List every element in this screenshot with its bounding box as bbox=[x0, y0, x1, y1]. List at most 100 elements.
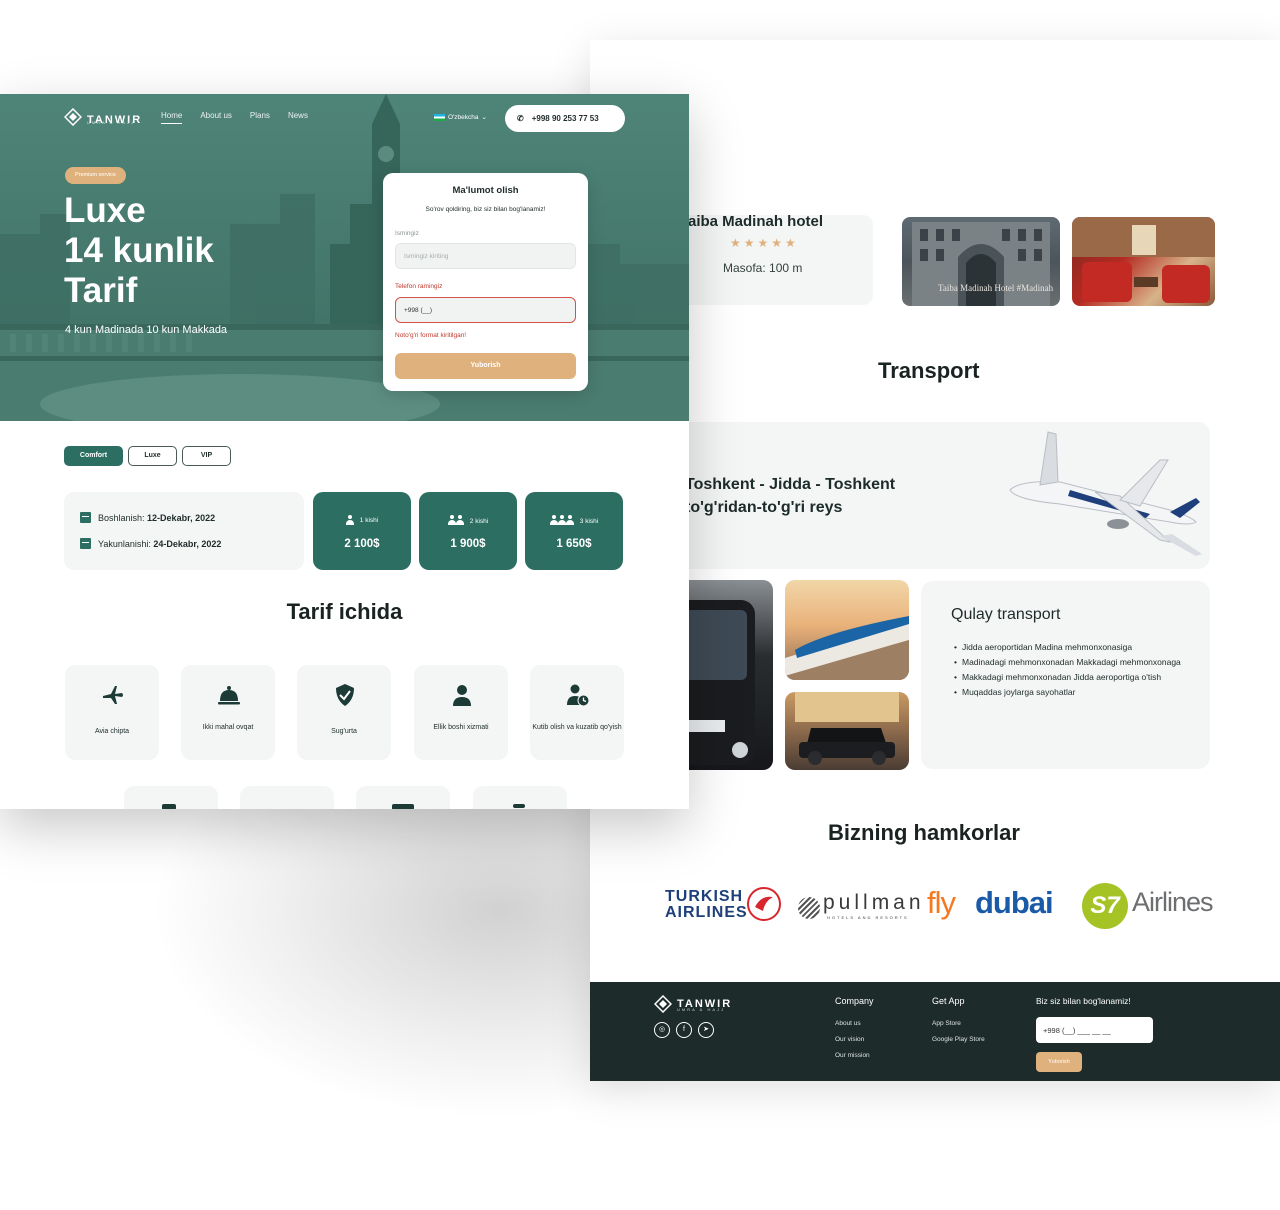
start-date-label: Boshlanish: bbox=[98, 512, 145, 523]
feature-label: Sug'urta bbox=[331, 728, 357, 735]
turkish-bird-icon bbox=[747, 887, 781, 921]
footer-link-vision[interactable]: Our vision bbox=[835, 1036, 874, 1043]
person-icon bbox=[447, 515, 456, 525]
s7-airlines-text: Airlines bbox=[1132, 887, 1214, 917]
hotel-room-photo bbox=[1072, 217, 1215, 306]
footer-link-mission[interactable]: Our mission bbox=[835, 1052, 874, 1059]
hero-title-line3: Tarif bbox=[64, 271, 138, 310]
submit-button[interactable]: Yuborish bbox=[395, 353, 576, 379]
hero-section: TANWIR UMRA & HAJJ Home About us Plans N… bbox=[0, 94, 689, 421]
facebook-icon[interactable]: f bbox=[676, 1022, 692, 1038]
telegram-icon[interactable]: ➤ bbox=[698, 1022, 714, 1038]
end-date-value: 24-Dekabr, 2022 bbox=[153, 538, 222, 549]
right-page: aiba Madinah hotel ★★★★★ Masofa: 100 m T… bbox=[590, 40, 1280, 1081]
person-icon bbox=[453, 685, 471, 706]
form-title: Ma'lumot olish bbox=[452, 185, 519, 196]
train-photo bbox=[785, 580, 909, 680]
hotel-photo-caption: Taiba Madinah Hotel #Madinah bbox=[938, 283, 1054, 293]
footer-logo[interactable]: TANWIR UMRA & HAJJ bbox=[653, 994, 732, 1014]
tab-comfort[interactable]: Comfort bbox=[64, 446, 123, 466]
nav-link-plans[interactable]: Plans bbox=[250, 111, 270, 124]
list-item: Jidda aeroportidan Madina mehmonxonasiga bbox=[954, 640, 1194, 655]
price-card-2[interactable]: 2 kishi 1 900$ bbox=[419, 492, 517, 570]
footer-send-button[interactable]: Yuborish bbox=[1036, 1052, 1082, 1072]
list-item: Madinadagi mehmonxonadan Makkadagi mehmo… bbox=[954, 655, 1194, 670]
feature-icon-partial bbox=[162, 804, 176, 809]
end-date-label: Yakunlanishi: bbox=[98, 538, 151, 549]
hotel-exterior-photo: Taiba Madinah Hotel #Madinah bbox=[902, 217, 1060, 306]
price-persons-label: 3 kishi bbox=[579, 517, 599, 525]
flydubai-logo-fly: fly bbox=[927, 885, 956, 920]
price-persons-label: 2 kishi bbox=[469, 517, 489, 525]
footer-brand-tagline: UMRA & HAJJ bbox=[677, 1007, 726, 1012]
phone-input[interactable]: +998 (__) bbox=[395, 297, 576, 323]
hero-title: Luxe 14 kunlik Tarif bbox=[64, 191, 214, 311]
nav-link-about[interactable]: About us bbox=[200, 111, 232, 124]
footer-link-googleplay[interactable]: Google Play Store bbox=[932, 1036, 985, 1043]
partners-title: Bizning hamkorlar bbox=[828, 820, 1020, 845]
turkish-logo-line1: TURKISH bbox=[665, 888, 744, 905]
calendar-icon bbox=[80, 538, 91, 549]
price-card-3[interactable]: 3 kishi 1 650$ bbox=[525, 492, 623, 570]
footer-phone-input[interactable]: +998 (__) ___ __ __ bbox=[1036, 1017, 1153, 1043]
feature-card-partial bbox=[473, 786, 567, 809]
language-selector[interactable]: O'zbekcha ⌄ bbox=[434, 113, 487, 121]
social-links: ◎ f ➤ bbox=[654, 1022, 714, 1038]
nav-link-news[interactable]: News bbox=[288, 111, 308, 124]
person-icon bbox=[565, 515, 574, 525]
price-persons: 2 kishi bbox=[419, 515, 517, 527]
feature-label: Avia chipta bbox=[94, 728, 130, 735]
feature-label: Ikki mahal ovqat bbox=[202, 724, 254, 731]
price-value: 2 100$ bbox=[344, 538, 380, 550]
transport-title: Transport bbox=[878, 358, 980, 383]
tab-luxe[interactable]: Luxe bbox=[128, 446, 177, 466]
calendar-icon bbox=[80, 512, 91, 523]
chevron-down-icon: ⌄ bbox=[481, 114, 487, 121]
premium-badge: Premium service bbox=[65, 167, 126, 184]
tab-vip[interactable]: VIP bbox=[182, 446, 231, 466]
feature-pickup: Kutib olish va kuzatib qo'yish bbox=[530, 665, 624, 760]
car-photo bbox=[785, 692, 909, 770]
inquiry-form: Ma'lumot olish So'rov qoldiring, biz siz… bbox=[383, 173, 588, 391]
hotel-distance: Masofa: 100 m bbox=[723, 261, 803, 275]
price-card-1[interactable]: 1 kishi 2 100$ bbox=[313, 492, 411, 570]
quick-transport-list: Jidda aeroportidan Madina mehmonxonasiga… bbox=[954, 640, 1194, 700]
pullman-globe-icon bbox=[798, 897, 820, 919]
tanwir-logo-icon bbox=[63, 107, 83, 131]
airplane-image bbox=[1009, 431, 1202, 556]
list-item: Makkadagi mehmonxonadan Jidda aeroportig… bbox=[954, 670, 1194, 685]
price-value: 1 900$ bbox=[450, 538, 486, 550]
name-label: Ismingiz bbox=[395, 230, 419, 237]
nav-link-home[interactable]: Home bbox=[161, 111, 183, 124]
feature-insurance: Sug'urta bbox=[297, 665, 391, 760]
phone-error: Noto'g'ri format kiritilgan! bbox=[395, 332, 467, 339]
footer-link-appstore[interactable]: App Store bbox=[932, 1020, 985, 1027]
hero-subtitle: 4 kun Madinada 10 kun Makkada bbox=[65, 324, 228, 336]
pullman-subtitle: HOTELS AND RESORTS bbox=[827, 915, 909, 920]
food-cloche-icon bbox=[218, 686, 240, 705]
feature-flight: Avia chipta bbox=[65, 665, 159, 760]
partner-logos: TURKISH AIRLINES pullman HOTELS AND RESO… bbox=[665, 883, 1225, 933]
name-input[interactable]: Ismingiz kiriting bbox=[395, 243, 576, 269]
instagram-icon[interactable]: ◎ bbox=[654, 1022, 670, 1038]
person-icon bbox=[549, 515, 558, 525]
phone-button[interactable]: ✆ +998 90 253 77 53 bbox=[505, 105, 625, 132]
footer: TANWIR UMRA & HAJJ ◎ f ➤ Company About u… bbox=[590, 982, 1280, 1081]
tanwir-logo-icon bbox=[653, 994, 673, 1014]
plan-tabs: Comfort Luxe VIP bbox=[64, 446, 231, 466]
footer-app: Get App App Store Google Play Store bbox=[932, 996, 985, 1052]
hero-title-line2: 14 kunlik bbox=[64, 231, 214, 270]
hotel-name: aiba Madinah hotel bbox=[688, 213, 824, 230]
feature-icon-partial bbox=[513, 804, 525, 808]
footer-link-about[interactable]: About us bbox=[835, 1020, 874, 1027]
list-item: Muqaddas joylarga sayohatlar bbox=[954, 685, 1194, 700]
price-persons-label: 1 kishi bbox=[359, 516, 379, 524]
form-subtitle: So'rov qoldiring, biz siz bilan bog'lana… bbox=[425, 206, 546, 213]
shield-check-icon bbox=[336, 684, 354, 706]
start-date: Boshlanish: 12-Dekabr, 2022 bbox=[80, 512, 215, 523]
price-persons: 3 kishi bbox=[525, 515, 623, 527]
feature-card-partial bbox=[356, 786, 450, 809]
hero-title-line1: Luxe bbox=[64, 191, 146, 230]
header-logo[interactable]: TANWIR UMRA & HAJJ bbox=[63, 107, 142, 131]
feature-icon-partial bbox=[392, 804, 414, 809]
